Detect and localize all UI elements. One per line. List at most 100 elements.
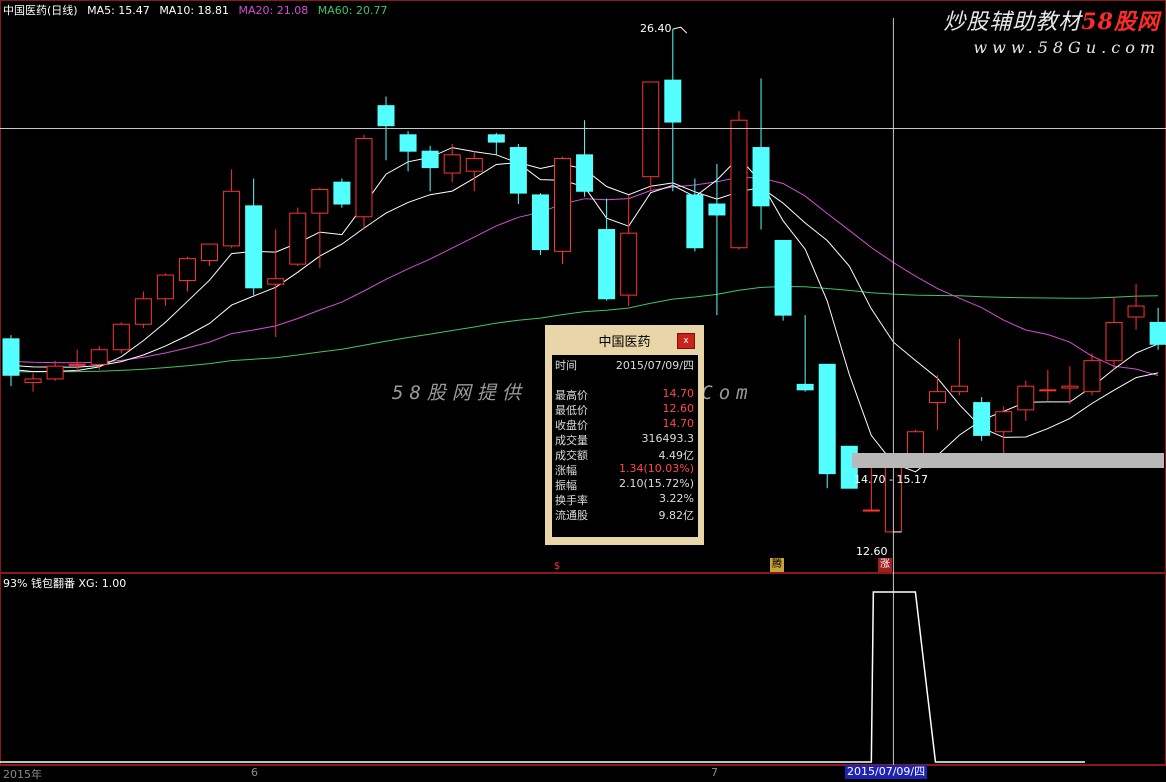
candle-body — [2, 338, 20, 376]
candle-body — [708, 203, 726, 216]
ma10-label: MA10: 18.81 — [159, 4, 230, 17]
candle-body — [576, 154, 594, 192]
candle-body — [443, 154, 461, 174]
candle-body — [201, 243, 219, 261]
candle-body — [686, 194, 704, 249]
indicator-label: 93% 钱包翻番 XG: 1.00 — [3, 577, 127, 590]
popup-row: 振幅 2.10(15.72%) — [552, 477, 698, 492]
candle-body — [862, 509, 880, 512]
high-price-label: 26.40 — [640, 22, 672, 35]
stock-title: 中国医药(日线) — [3, 4, 78, 17]
ma20-label: MA20: 21.08 — [238, 4, 309, 17]
candle-body — [598, 229, 616, 300]
xg-indicator-line — [0, 591, 1085, 763]
selected-date-label: 2015/07/09/四 — [845, 765, 927, 779]
popup-row-value: 2.10(15.72%) — [618, 477, 694, 490]
signal-badge-zhang: 涨 — [878, 558, 892, 572]
chart-stage: 中国医药(日线) MA5: 15.47 MA10: 18.81 MA20: 21… — [0, 0, 1166, 781]
popup-row: 最低价 12.60 — [552, 402, 698, 417]
price-range-bar — [852, 453, 1164, 468]
candle-body — [465, 157, 483, 172]
signal-badge-teng: 腾 — [770, 558, 784, 572]
low-price-label: 12.60 — [856, 545, 888, 558]
candle-body — [134, 298, 152, 325]
popup-row-key: 时间 — [555, 359, 577, 372]
site-logo: 炒股辅助教材58股网 www.58Gu.com — [943, 4, 1160, 57]
popup-row: 成交量 316493.3 — [552, 432, 698, 447]
popup-row-key: 振幅 — [555, 479, 577, 492]
candle-body — [973, 402, 991, 436]
candle-body — [818, 363, 836, 475]
candle-body — [730, 119, 748, 249]
candle-body — [399, 134, 417, 152]
candle-body — [1105, 321, 1123, 362]
candle-body — [642, 81, 660, 178]
candle-body — [796, 383, 814, 391]
candle-body — [112, 323, 130, 351]
candle-body — [355, 137, 373, 218]
candle-body — [178, 258, 196, 282]
candle-body — [929, 391, 947, 404]
candle-body — [995, 411, 1013, 433]
candle-body — [333, 181, 351, 205]
price-range-label: 14.70 - 15.17 — [854, 473, 928, 486]
popup-row-key: 成交量 — [555, 434, 588, 447]
popup-row-key: 流通股 — [555, 509, 588, 522]
candle-body — [377, 105, 395, 127]
popup-row-value: 12.60 — [662, 402, 695, 415]
popup-row: 成交额 4.49亿 — [552, 447, 698, 462]
candle-body — [1127, 305, 1145, 318]
candle-body — [1149, 321, 1166, 345]
candle-body — [1061, 385, 1079, 389]
popup-row-key: 收盘价 — [555, 419, 588, 432]
popup-row-key: 最低价 — [555, 404, 588, 417]
candle-body — [68, 363, 86, 366]
candle-body — [24, 378, 42, 384]
candle-body — [620, 232, 638, 296]
popup-row: 涨幅 1.34(10.03%) — [552, 462, 698, 477]
logo-url: www.58Gu.com — [973, 38, 1160, 57]
candle-body — [531, 194, 549, 251]
candle-body — [951, 385, 969, 393]
popup-body: 时间 2015/07/09/四最高价 14.70 最低价 12.60 收盘价 14.70 成交… — [552, 355, 698, 537]
candle-body — [223, 190, 241, 247]
popup-row-value: 14.70 — [662, 387, 695, 400]
high-pointer — [672, 26, 688, 34]
x-tick-7: 7 — [711, 766, 718, 779]
candle-body — [289, 212, 307, 265]
popup-row-key: 最高价 — [555, 389, 588, 402]
popup-row-value: 14.70 — [662, 417, 695, 430]
ma5-label: MA5: 15.47 — [87, 4, 150, 17]
popup-row-key: 成交额 — [555, 449, 588, 462]
candle-body — [1017, 385, 1035, 411]
ma60-label: MA60: 20.77 — [317, 4, 388, 17]
popup-close-button[interactable]: x — [677, 333, 695, 349]
popup-row: 最高价 14.70 — [552, 387, 698, 402]
logo-brand: 58股网 — [1081, 9, 1160, 35]
popup-row-value: 2015/07/09/四 — [615, 359, 694, 372]
x-tick-6: 6 — [251, 766, 258, 779]
logo-prefix: 炒股辅助教材 — [943, 10, 1082, 35]
popup-row: 收盘价 14.70 — [552, 417, 698, 432]
candle-body — [90, 349, 108, 365]
popup-row: 换手率 3.22% — [552, 492, 698, 507]
popup-row-key: 换手率 — [555, 494, 588, 507]
popup-row: 流通股 9.82亿 — [552, 507, 698, 522]
popup-row-value: 4.49亿 — [658, 449, 695, 462]
candle-body — [1083, 360, 1101, 393]
quote-popup[interactable]: 中国医药 x 时间 2015/07/09/四 最高价 14.70 最低价 12.60 收盘价… — [545, 325, 704, 545]
popup-row-value: 316493.3 — [641, 432, 695, 445]
candle-body — [752, 147, 770, 207]
candle-body — [245, 205, 263, 289]
candle-body — [664, 79, 682, 123]
popup-row: 时间 2015/07/09/四 — [552, 357, 698, 372]
candle-body — [311, 188, 329, 214]
candle-body — [267, 278, 285, 285]
candle-body — [1039, 389, 1057, 392]
candle-body — [487, 134, 505, 143]
signal-badge-dollar: $ — [553, 561, 561, 572]
candle-body — [156, 274, 174, 300]
popup-row-value: 9.82亿 — [658, 509, 695, 522]
candle-body — [421, 150, 439, 169]
popup-row-key: 涨幅 — [555, 464, 577, 477]
